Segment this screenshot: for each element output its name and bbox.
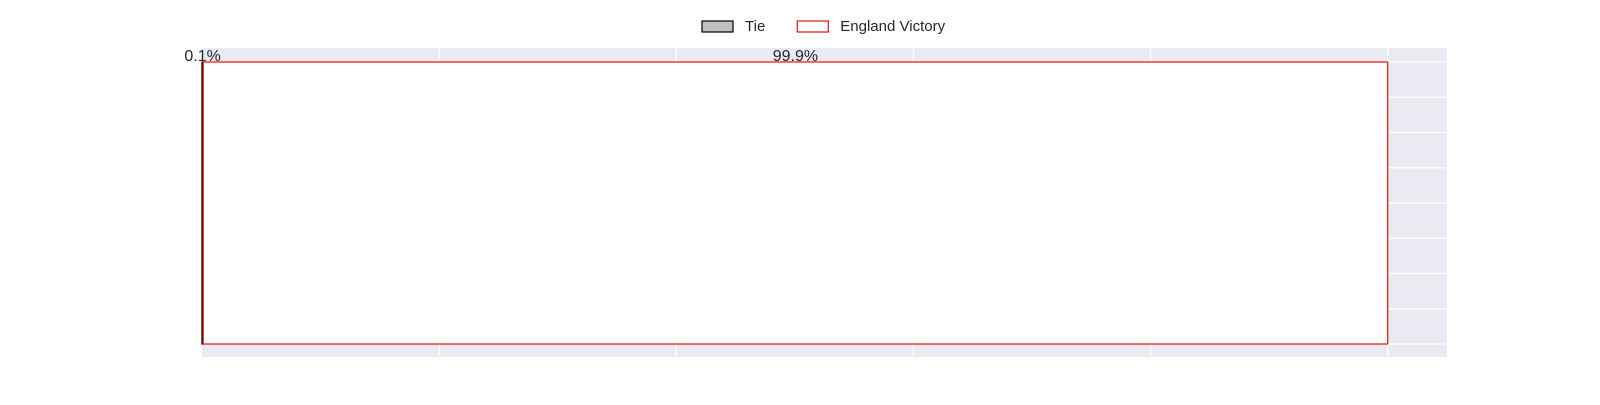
bars — [201, 61, 1389, 345]
chart: 0.1% 99.9% Tie England Victory — [0, 0, 1600, 400]
bar-segment-england-victory — [202, 61, 1389, 345]
legend-label: Tie — [745, 18, 765, 35]
legend-label: England Victory — [840, 18, 945, 35]
legend-item: Tie — [701, 18, 765, 35]
legend-item: England Victory — [796, 18, 946, 35]
legend-swatch — [701, 20, 734, 33]
data-label: 99.9% — [773, 48, 818, 65]
legend: Tie England Victory — [701, 18, 946, 35]
chart-svg: 0.1% 99.9% Tie England Victory — [184, 18, 1447, 357]
legend-swatch — [796, 20, 829, 33]
data-label: 0.1% — [184, 48, 220, 65]
